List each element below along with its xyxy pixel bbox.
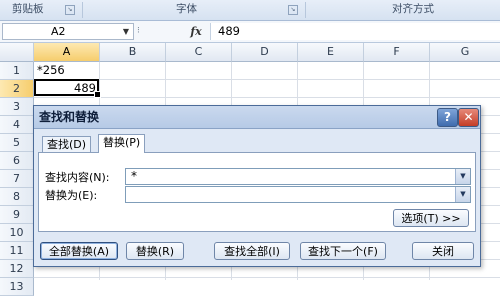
gridline	[34, 97, 500, 98]
row-header-4[interactable]: 4	[0, 116, 34, 134]
row-header-9[interactable]: 9	[0, 206, 34, 224]
replace-tab-panel: 查找内容(N): * ▼ 替换为(E): ▼ 选项(T) >>	[38, 152, 476, 232]
find-replace-dialog: 查找和替换 ? ✕ 查找(D) 替换(P) 查找内容(N): * ▼ 替换为(E…	[33, 105, 481, 267]
replace-with-input[interactable]: ▼	[125, 186, 471, 203]
ribbon-group-alignment-label: 对齐方式	[392, 3, 434, 15]
options-button[interactable]: 选项(T) >>	[393, 209, 469, 227]
dialog-title-bar[interactable]: 查找和替换 ? ✕	[34, 106, 480, 129]
find-next-button[interactable]: 查找下一个(F)	[300, 242, 386, 260]
row-header-2[interactable]: 2	[0, 80, 34, 98]
ribbon-group-font-label: 字体	[176, 3, 197, 15]
row-header-7[interactable]: 7	[0, 170, 34, 188]
find-what-dropdown-icon[interactable]: ▼	[455, 169, 470, 184]
find-all-button[interactable]: 查找全部(I)	[214, 242, 290, 260]
row-header-3[interactable]: 3	[0, 98, 34, 116]
row-header-12[interactable]: 12	[0, 260, 34, 278]
row-header-11[interactable]: 11	[0, 242, 34, 260]
replace-all-button[interactable]: 全部替换(A)	[40, 242, 118, 260]
ribbon-divider	[82, 2, 83, 18]
select-all-corner[interactable]	[0, 43, 34, 62]
column-header-g[interactable]: G	[430, 43, 500, 62]
find-what-label: 查找内容(N):	[45, 171, 110, 184]
close-button[interactable]: 关闭	[412, 242, 474, 260]
column-header-a[interactable]: A	[34, 43, 100, 62]
tab-replace[interactable]: 替换(P)	[98, 134, 146, 153]
row-header-10[interactable]: 10	[0, 224, 34, 242]
column-header-f[interactable]: F	[364, 43, 430, 62]
row-header-13[interactable]: 13	[0, 278, 34, 296]
fill-handle[interactable]	[94, 91, 101, 98]
find-what-input[interactable]: * ▼	[125, 168, 471, 185]
help-button[interactable]: ?	[437, 108, 458, 127]
gridline	[34, 277, 500, 278]
replace-button[interactable]: 替换(R)	[126, 242, 184, 260]
name-box-dropdown-icon[interactable]: ▼	[123, 24, 129, 39]
dialog-title: 查找和替换	[39, 110, 100, 124]
formula-input[interactable]: 489	[210, 23, 500, 40]
name-box[interactable]: A2 ▼	[2, 23, 134, 40]
ribbon-divider	[305, 2, 306, 18]
column-header-d[interactable]: D	[232, 43, 298, 62]
column-header-c[interactable]: C	[166, 43, 232, 62]
find-what-value: *	[131, 169, 137, 183]
insert-function-icon[interactable]: fx	[187, 23, 205, 40]
tab-find[interactable]: 查找(D)	[42, 136, 92, 153]
ribbon-group-clipboard-label: 剪贴板	[12, 3, 44, 15]
column-header-e[interactable]: E	[298, 43, 364, 62]
column-header-b[interactable]: B	[100, 43, 166, 62]
active-cell-selection	[34, 79, 101, 98]
gridline	[34, 79, 500, 80]
row-header-6[interactable]: 6	[0, 152, 34, 170]
formula-bar-grip-icon: ⁝	[137, 26, 142, 36]
row-header-5[interactable]: 5	[0, 134, 34, 152]
row-header-1[interactable]: 1	[0, 62, 34, 80]
cell-a1[interactable]: *256	[37, 62, 97, 79]
ribbon-group-labels: 剪贴板 ↘ 字体 ↘ 对齐方式	[0, 0, 500, 21]
replace-with-label: 替换为(E):	[45, 189, 98, 202]
row-header-8[interactable]: 8	[0, 188, 34, 206]
name-box-value: A2	[51, 25, 66, 38]
close-icon[interactable]: ✕	[458, 108, 479, 127]
replace-with-dropdown-icon[interactable]: ▼	[455, 187, 470, 202]
